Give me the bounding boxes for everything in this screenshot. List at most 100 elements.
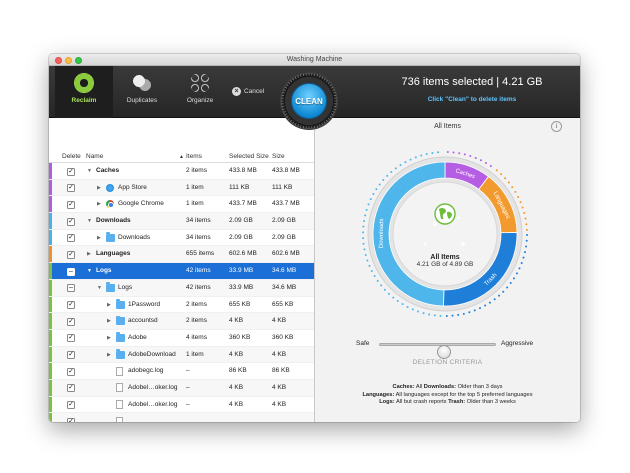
table-row[interactable]: ✓ ▶ Adobe 4 items 360 KB 360 KB <box>49 329 314 347</box>
row-size: 4 KB <box>272 317 287 325</box>
folder-icon <box>106 282 115 292</box>
delete-checkbox[interactable]: ✓ <box>67 184 75 193</box>
row-items: 42 items <box>186 283 211 291</box>
deletion-slider[interactable] <box>379 343 496 359</box>
category-color-stripe <box>49 346 52 363</box>
table-row[interactable]: – ▼ Logs 42 items 33.9 MB 34.6 MB <box>49 263 314 280</box>
table-row[interactable]: ✓ Adobel…oker.log – 4 KB 4 KB <box>49 396 314 414</box>
tab-reclaim[interactable]: Reclaim <box>55 66 113 118</box>
category-color-stripe <box>49 263 52 279</box>
delete-checkbox[interactable]: ✓ <box>67 301 75 309</box>
disclosure-closed-icon[interactable]: ▶ <box>107 330 111 347</box>
appstore-icon <box>106 183 114 192</box>
table-row[interactable]: ✓ ▶ Downloads 34 items 2.09 GB 2.09 GB <box>49 229 314 247</box>
category-color-stripe <box>49 163 52 179</box>
delete-checkbox[interactable]: – <box>67 284 75 293</box>
row-selected-size: 2.09 GB <box>229 217 253 225</box>
row-name: Downloads <box>118 233 151 241</box>
delete-checkbox[interactable]: – <box>67 267 75 276</box>
table-row[interactable]: ✓ ▼ Downloads 34 items 2.09 GB 2.09 GB <box>49 213 314 230</box>
donut-center-title: All Items <box>430 254 460 261</box>
delete-checkbox[interactable]: ✓ <box>67 334 75 343</box>
delete-checkbox[interactable]: ✓ <box>67 367 75 376</box>
disclosure-closed-icon[interactable]: ▶ <box>107 313 111 330</box>
col-selected-size[interactable]: Selected Size <box>229 153 269 160</box>
table-row[interactable]: ✓ ▶ Google Chrome 1 item 433.7 MB 433.7 MB <box>49 196 314 214</box>
delete-checkbox[interactable]: ✓ <box>67 234 75 243</box>
table-row[interactable]: ✓ ▶ 1Password 2 items 655 KB 655 KB <box>49 296 314 314</box>
category-color-stripe <box>49 363 52 379</box>
row-selected-size: 33.9 MB <box>229 283 254 291</box>
row-items: 1 item <box>186 350 204 358</box>
category-color-stripe <box>49 413 52 422</box>
close-window-button[interactable] <box>55 57 62 64</box>
row-items: – <box>186 367 190 375</box>
delete-checkbox[interactable]: ✓ <box>67 384 75 393</box>
table-row[interactable]: ✓ <box>49 413 314 422</box>
delete-checkbox[interactable]: ✓ <box>67 317 75 326</box>
category-color-stripe <box>49 313 52 329</box>
disclosure-open-icon[interactable]: ▼ <box>87 213 92 230</box>
clean-hint: Click "Clean" to delete items <box>427 96 517 103</box>
info-icon[interactable]: i <box>551 121 562 132</box>
row-size: 34.6 MB <box>272 267 297 275</box>
table-body: ✓ ▼ Caches 2 items 433.8 MB 433.8 MB ✓ ▶ App Sto… <box>49 163 314 422</box>
disclosure-closed-icon[interactable]: ▶ <box>107 297 111 314</box>
category-color-stripe <box>49 229 52 246</box>
row-size: 111 KB <box>272 183 293 191</box>
disclosure-closed-icon[interactable]: ▶ <box>97 230 101 247</box>
disclosure-open-icon[interactable]: ▼ <box>87 163 92 180</box>
table-row[interactable]: ✓ ▼ Caches 2 items 433.8 MB 433.8 MB <box>49 163 314 180</box>
zoom-window-button[interactable] <box>75 57 82 64</box>
col-size[interactable]: Size <box>272 153 285 160</box>
minimize-window-button[interactable] <box>65 57 72 64</box>
delete-checkbox[interactable]: ✓ <box>67 167 75 176</box>
row-items: 34 items <box>186 217 211 225</box>
criteria-line: Logs: All but crash reports Trash: Older… <box>379 399 516 406</box>
usage-donut-chart: CachesLanguagesTrashDownloads <box>362 151 528 317</box>
disclosure-closed-icon[interactable]: ▶ <box>97 180 101 197</box>
disclosure-closed-icon[interactable]: ▶ <box>87 246 91 263</box>
delete-checkbox[interactable]: ✓ <box>67 401 75 410</box>
donut-segment-label: Downloads <box>379 218 385 248</box>
reclaim-icon <box>74 73 94 93</box>
col-name[interactable]: Name <box>86 153 103 160</box>
table-header: Delete Name ▲ Items Selected Size Size <box>49 150 314 163</box>
row-selected-size: 2.09 GB <box>229 233 253 241</box>
table-row[interactable]: ✓ ▶ accountsd 2 items 4 KB 4 KB <box>49 313 314 330</box>
row-items: – <box>186 400 190 408</box>
folder-icon <box>116 299 125 309</box>
table-row[interactable]: ✓ ▶ AdobeDownload 1 item 4 KB 4 KB <box>49 346 314 364</box>
row-selected-size: 33.9 MB <box>229 267 254 275</box>
tab-duplicates[interactable]: Duplicates <box>113 66 171 118</box>
delete-checkbox[interactable]: ✓ <box>67 217 75 226</box>
table-row[interactable]: ✓ ▶ App Store 1 item 111 KB 111 KB <box>49 179 314 197</box>
delete-checkbox[interactable]: ✓ <box>67 417 75 422</box>
delete-checkbox[interactable]: ✓ <box>67 351 75 360</box>
delete-checkbox[interactable]: ✓ <box>67 200 75 209</box>
table-row[interactable]: ✓ adobegc.log – 86 KB 86 KB <box>49 363 314 380</box>
clean-button[interactable]: CLEAN <box>280 72 338 130</box>
row-size: 655 KB <box>272 300 294 308</box>
deletion-slider-row: Safe Aggressive <box>315 336 580 359</box>
row-selected-size: 4 KB <box>229 350 244 358</box>
delete-checkbox[interactable]: ✓ <box>67 250 75 259</box>
col-delete[interactable]: Delete <box>62 153 81 160</box>
disclosure-closed-icon[interactable]: ▶ <box>97 196 101 213</box>
tab-organize[interactable]: Organize <box>171 66 229 118</box>
cancel-button[interactable]: × Cancel <box>232 87 264 96</box>
row-items: 4 items <box>186 333 207 341</box>
criteria-line: Languages: All languages except for the … <box>362 391 533 398</box>
table-row[interactable]: ✓ Adobel…oker.log – 4 KB 4 KB <box>49 379 314 397</box>
panel-title: All Items <box>434 123 461 130</box>
table-row[interactable]: ✓ ▶ Languages 655 items 602.6 MB 602.6 MB <box>49 246 314 264</box>
deletion-slider-thumb[interactable] <box>437 345 452 359</box>
disclosure-closed-icon[interactable]: ▶ <box>107 347 111 364</box>
tab-reclaim-label: Reclaim <box>71 97 97 104</box>
table-row[interactable]: – ▼ Logs 42 items 33.9 MB 34.6 MB <box>49 279 314 297</box>
sort-ascending-icon: ▲ <box>179 154 184 160</box>
row-name: adobegc.log <box>128 367 164 375</box>
disclosure-open-icon[interactable]: ▼ <box>87 263 92 280</box>
disclosure-open-icon[interactable]: ▼ <box>97 280 102 297</box>
col-items[interactable]: Items <box>186 153 202 160</box>
